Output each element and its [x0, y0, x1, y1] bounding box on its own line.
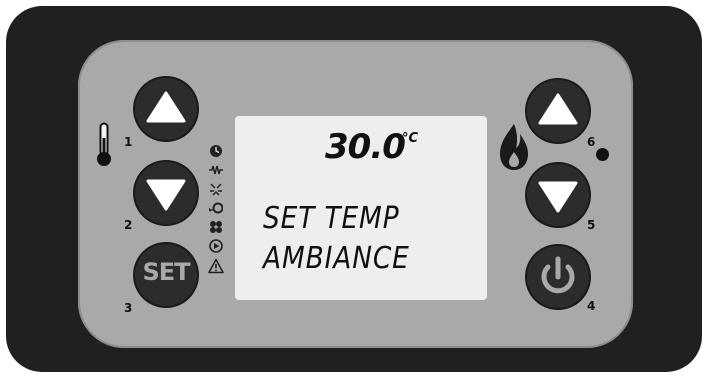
lcd-message-line-1: SET TEMP — [263, 201, 400, 236]
button-number-6: 6 — [587, 135, 596, 149]
igniter-icon — [210, 183, 222, 196]
lcd-display: 30.0 °C SET TEMP AMBIANCE — [235, 116, 487, 300]
warning-icon — [208, 258, 224, 274]
power-button[interactable] — [527, 246, 589, 308]
triangle-up-icon — [146, 91, 186, 123]
button-number-5: 5 — [587, 218, 596, 232]
fan-icon — [210, 221, 222, 233]
thermometer-icon — [97, 122, 111, 166]
button-number-2: 2 — [124, 218, 133, 232]
button-number-4: 4 — [587, 299, 596, 313]
triangle-down-icon — [538, 181, 578, 213]
set-button[interactable]: SET — [135, 244, 197, 306]
pump-icon — [209, 202, 223, 214]
flame-icon — [500, 124, 528, 170]
triangle-down-icon — [146, 179, 186, 211]
temperature-unit: °C — [402, 131, 419, 146]
led-dot — [596, 148, 609, 161]
up-button-1[interactable] — [135, 78, 197, 140]
down-button-2[interactable] — [135, 162, 197, 224]
triangle-up-icon — [538, 93, 578, 125]
button-number-3: 3 — [124, 301, 133, 315]
set-button-label: SET — [142, 258, 190, 286]
down-button-5[interactable] — [527, 164, 589, 226]
lcd-message-line-2: AMBIANCE — [263, 241, 410, 276]
up-button-6[interactable] — [527, 80, 589, 142]
clock-icon — [210, 145, 222, 157]
power-icon — [541, 256, 575, 294]
button-number-1: 1 — [124, 135, 133, 149]
temperature-readout: 30.0 — [325, 127, 406, 167]
play-icon — [209, 239, 223, 253]
resistor-icon — [209, 165, 223, 175]
